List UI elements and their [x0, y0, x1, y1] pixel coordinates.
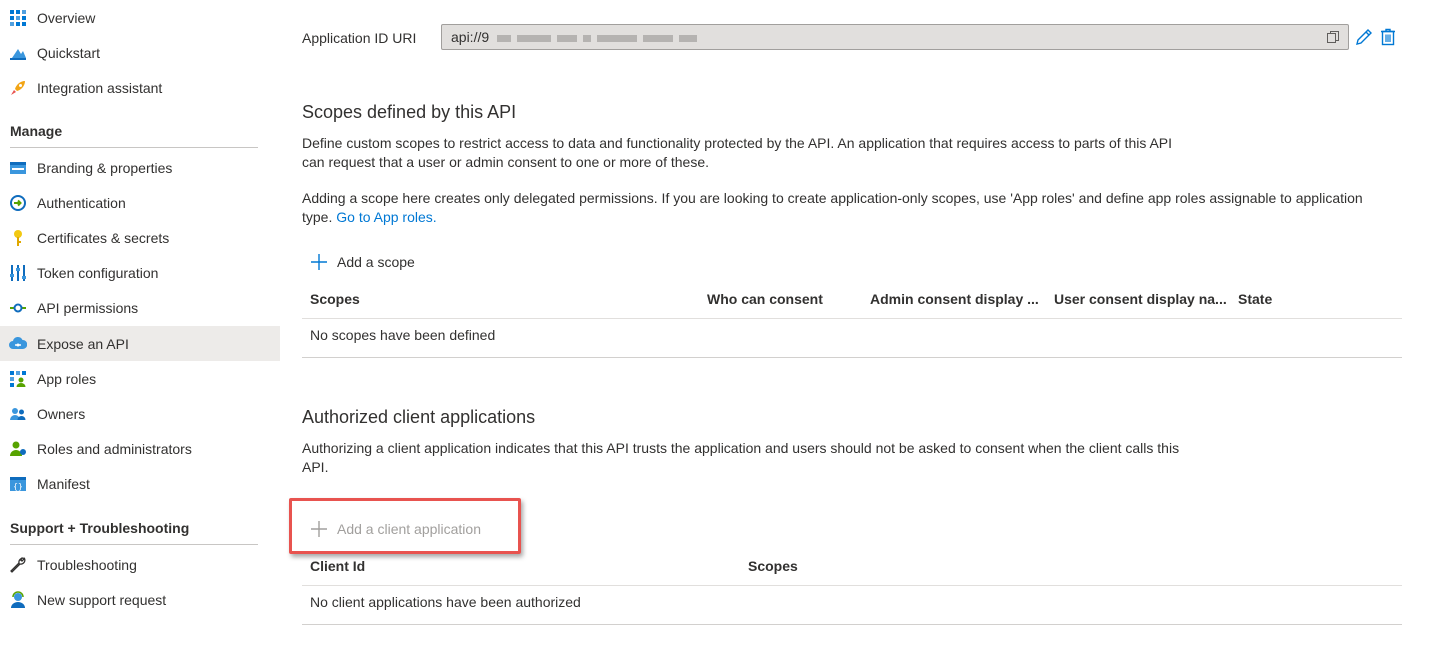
manifest-icon: {} — [9, 475, 27, 493]
scopes-grid-header: Scopes Who can consent Admin consent dis… — [302, 282, 1402, 319]
sidebar-item-certificates[interactable]: Certificates & secrets — [0, 220, 280, 255]
scopes-delegated-text: Adding a scope here creates only delegat… — [302, 190, 1363, 225]
copy-icon[interactable] — [1326, 30, 1340, 44]
column-header-state[interactable]: State — [1238, 291, 1338, 307]
go-to-app-roles-link[interactable]: Go to App roles. — [336, 209, 436, 225]
sidebar-item-authentication[interactable]: Authentication — [0, 185, 280, 220]
sidebar-item-quickstart[interactable]: Quickstart — [0, 35, 280, 70]
sidebar-item-troubleshooting[interactable]: Troubleshooting — [0, 547, 280, 582]
quickstart-icon — [9, 44, 27, 62]
authorized-clients-description: Authorizing a client application indicat… — [302, 440, 1180, 475]
authentication-icon — [9, 194, 27, 212]
scopes-empty-text: No scopes have been defined — [310, 327, 496, 343]
plus-icon — [310, 253, 328, 271]
authorized-clients-section-title: Authorized client applications — [302, 407, 536, 427]
add-a-scope-label: Add a scope — [337, 254, 415, 270]
sidebar: Overview Quickstart Integration assistan… — [0, 0, 280, 652]
rocket-icon — [9, 79, 27, 97]
edit-icon[interactable] — [1354, 27, 1374, 47]
column-header-scopes[interactable]: Scopes — [310, 291, 690, 307]
overview-icon — [9, 9, 27, 27]
key-icon — [9, 229, 27, 247]
branding-icon — [9, 159, 27, 177]
column-header-who-can-consent[interactable]: Who can consent — [707, 291, 857, 307]
support-troubleshooting-header: Support + Troubleshooting — [10, 520, 258, 545]
column-header-user-consent-display-name[interactable]: User consent display na... — [1054, 291, 1226, 307]
highlight-annotation-box — [289, 498, 521, 554]
sidebar-item-expose-an-api[interactable]: Expose an API — [0, 326, 280, 361]
authorized-clients-empty-text: No client applications have been authori… — [310, 594, 581, 610]
column-header-admin-consent-display-name[interactable]: Admin consent display ... — [870, 291, 1040, 307]
sidebar-item-branding[interactable]: Branding & properties — [0, 150, 280, 185]
authorized-clients-grid: Client Id Scopes No client applications … — [302, 549, 1402, 625]
svg-text:{}: {} — [13, 482, 23, 491]
column-header-client-scopes[interactable]: Scopes — [748, 558, 948, 574]
application-id-uri-value: api://9 — [451, 29, 490, 45]
sidebar-item-api-permissions[interactable]: API permissions — [0, 290, 280, 325]
application-id-uri-field[interactable]: api://9 — [441, 24, 1349, 50]
add-a-scope-button[interactable]: Add a scope — [302, 247, 415, 277]
scopes-grid: Scopes Who can consent Admin consent dis… — [302, 282, 1402, 358]
scopes-description: Define custom scopes to restrict access … — [302, 135, 1173, 170]
sidebar-item-roles-and-administrators[interactable]: Roles and administrators — [0, 431, 280, 466]
support-person-icon — [9, 590, 27, 609]
sidebar-item-token-configuration[interactable]: Token configuration — [0, 255, 280, 290]
app-roles-icon — [9, 370, 27, 388]
column-header-client-id[interactable]: Client Id — [310, 558, 710, 574]
sidebar-item-manifest[interactable]: {} Manifest — [0, 466, 280, 501]
api-permissions-icon — [9, 299, 27, 317]
scopes-empty-row: No scopes have been defined — [302, 319, 1402, 358]
owners-icon — [9, 405, 27, 423]
manage-header: Manage — [10, 123, 258, 148]
redacted-uri — [497, 29, 703, 45]
cloud-api-icon — [9, 335, 27, 353]
authorized-clients-grid-header: Client Id Scopes — [302, 549, 1402, 586]
sidebar-item-new-support-request[interactable]: New support request — [0, 582, 280, 617]
wrench-icon — [9, 556, 27, 574]
scopes-delegated-note: Adding a scope here creates only delegat… — [302, 189, 1392, 227]
main-content: Application ID URI api://9 Scopes define… — [302, 0, 1402, 652]
sidebar-item-app-roles[interactable]: App roles — [0, 361, 280, 396]
scopes-section-title: Scopes defined by this API — [302, 102, 517, 122]
sidebar-item-overview[interactable]: Overview — [0, 0, 280, 35]
sidebar-item-integration-assistant[interactable]: Integration assistant — [0, 70, 280, 105]
roles-admin-icon — [9, 440, 27, 458]
token-config-icon — [9, 264, 27, 282]
authorized-clients-empty-row: No client applications have been authori… — [302, 586, 1402, 625]
application-id-uri-label: Application ID URI — [302, 30, 417, 46]
sidebar-item-owners[interactable]: Owners — [0, 396, 280, 431]
delete-icon[interactable] — [1378, 27, 1398, 47]
